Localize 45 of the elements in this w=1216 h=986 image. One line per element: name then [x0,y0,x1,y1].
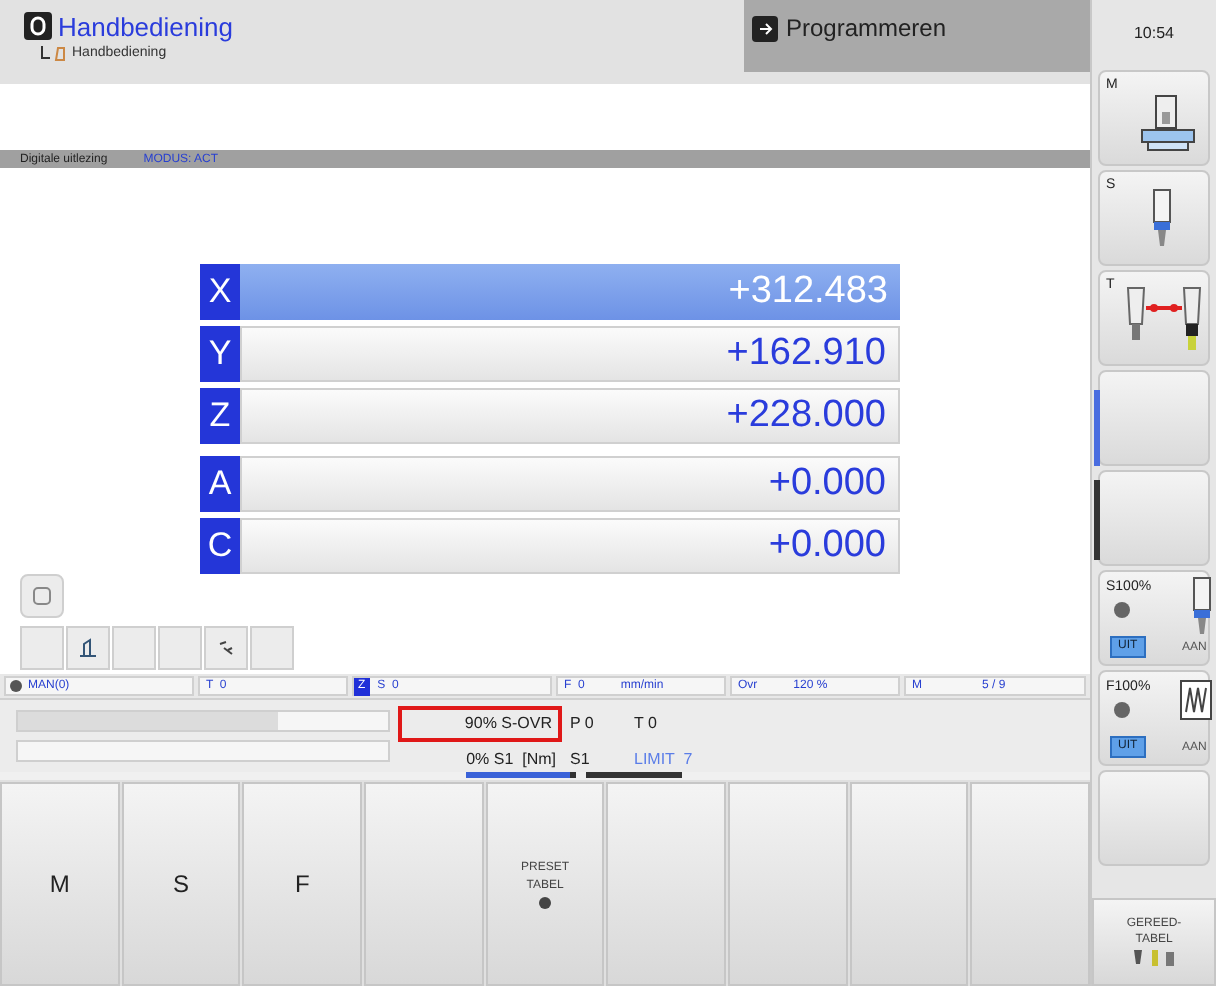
softkey[interactable] [364,782,484,986]
axis-position[interactable]: +0.000 [240,456,900,512]
limit-reading: LIMIT 7 [634,748,693,772]
small-tool-button[interactable] [204,626,248,670]
frame-icon [32,586,52,606]
softkey[interactable] [606,782,727,986]
clock: 10:54 [1131,22,1177,46]
machine-table-icon [1136,92,1200,156]
mode-switch-icon [752,16,778,42]
tree-icon [40,46,68,63]
dial-icon [1112,600,1132,620]
spindle-icon [1148,188,1176,248]
axis-letter: A [200,456,240,512]
softkey[interactable]: S [121,782,241,986]
spindle-icon [1188,576,1216,636]
t-reading: T 0 [634,712,659,736]
axis-letter: Y [200,326,240,382]
empty-softkey[interactable] [1098,370,1210,466]
softkey[interactable]: M [0,782,120,986]
zigzag-icon [1180,680,1212,720]
s1-reading: S1 [570,748,592,772]
small-tool-button[interactable] [20,574,64,618]
softkey[interactable] [728,782,848,986]
axis-letter: X [200,264,240,320]
dial-icon [1112,700,1132,720]
status-dot-icon [10,680,22,692]
axis-letter: C [200,518,240,574]
tools-icon [1130,948,1178,966]
axis-position[interactable]: +228.000 [240,388,900,444]
p-reading: P 0 [570,712,596,736]
torque-reading: 0% S1 [Nm] [466,748,558,772]
spindle-override-reading: 90% S-OVR [398,706,562,742]
axis-position[interactable]: +162.910 [240,326,900,382]
machine-icon [78,638,98,658]
small-tool-button[interactable] [66,626,110,670]
axis-position[interactable]: +0.000 [240,518,900,574]
hand-mode-icon [24,12,52,40]
programming-tab[interactable]: Programmeren [744,0,1090,72]
mode-title: Handbediening [58,13,233,39]
softkey[interactable]: F [242,782,363,986]
empty-softkey[interactable] [1098,770,1210,866]
softkey[interactable] [970,782,1091,986]
softkey[interactable] [849,782,969,986]
empty-softkey[interactable] [1098,470,1210,566]
axis-letter: Z [200,388,240,444]
